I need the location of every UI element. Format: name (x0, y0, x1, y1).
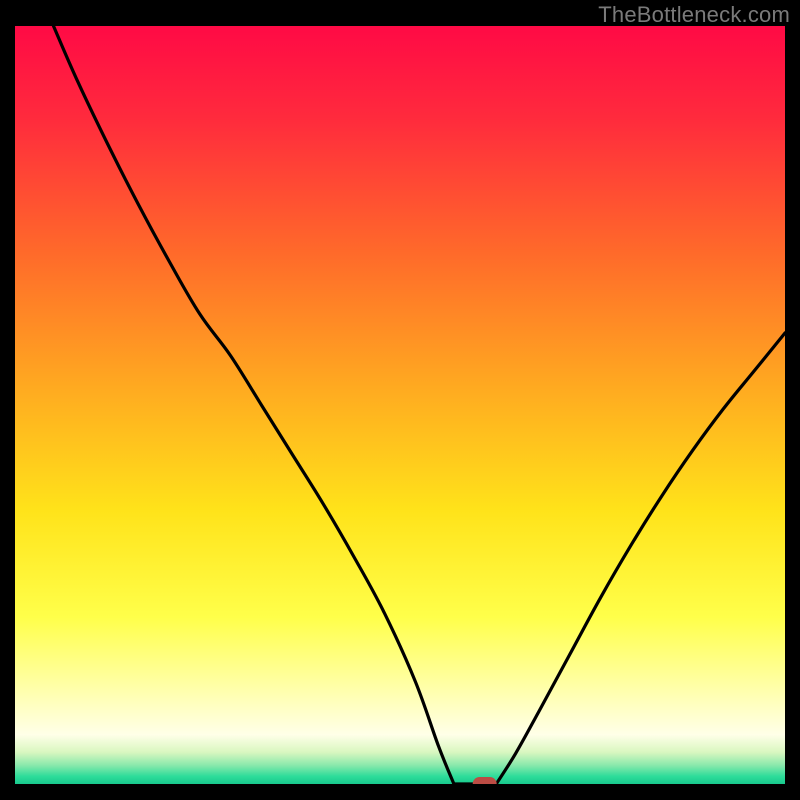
chart-background (15, 26, 785, 784)
watermark-text: TheBottleneck.com (598, 2, 790, 28)
optimum-marker (473, 777, 497, 784)
bottleneck-chart (15, 26, 785, 784)
